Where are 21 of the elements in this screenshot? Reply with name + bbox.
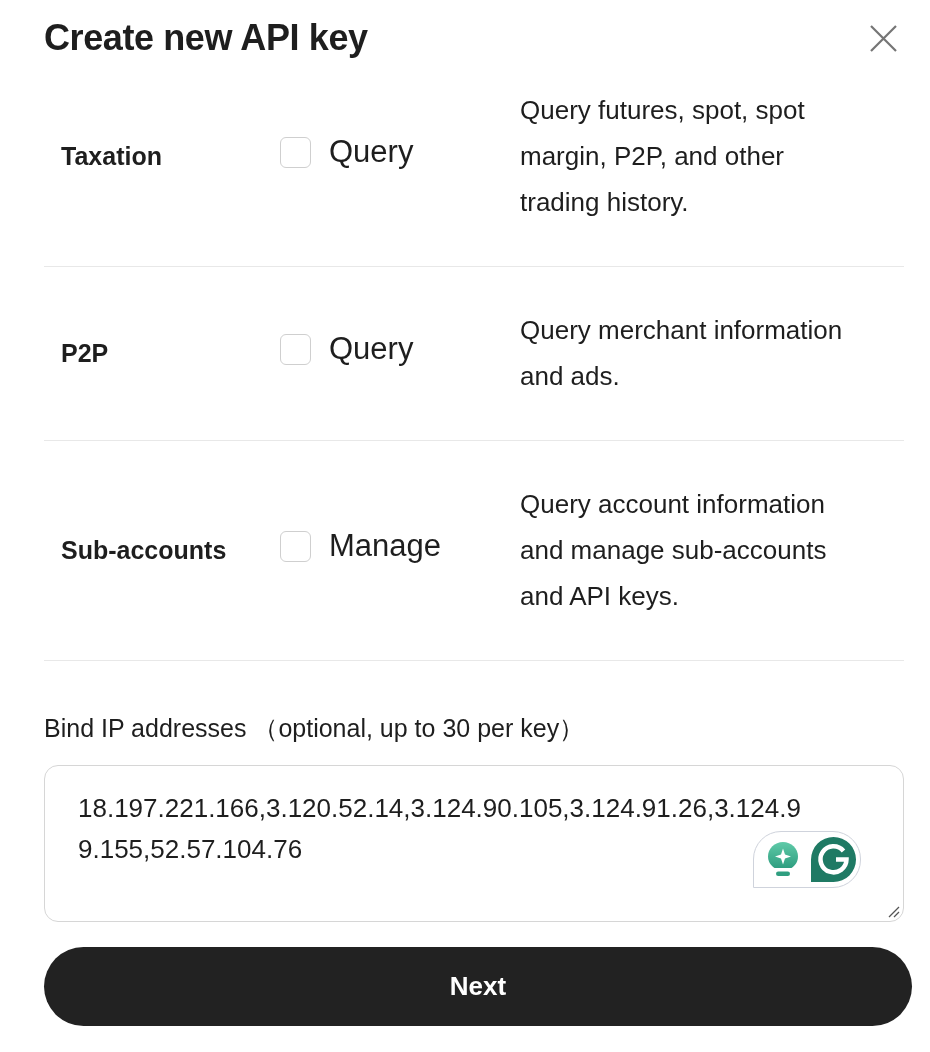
- checkbox-label[interactable]: Manage: [329, 528, 442, 564]
- checkbox-label[interactable]: Query: [329, 331, 414, 367]
- floating-toolbar[interactable]: [753, 831, 861, 888]
- field-label: Bind IP addresses （optional, up to 30 per key）: [44, 713, 586, 744]
- next-button[interactable]: Next: [44, 947, 912, 1026]
- checkbox[interactable]: [280, 136, 311, 168]
- lightbulb-icon[interactable]: [768, 841, 798, 878]
- dialog-title: Create new API key: [44, 18, 368, 58]
- permission-description: Query merchant information and ads.: [520, 314, 844, 393]
- category-label: Sub-accounts: [61, 535, 228, 565]
- logo-icon[interactable]: [811, 837, 856, 882]
- checkbox[interactable]: [280, 530, 311, 562]
- resize-handle-icon[interactable]: [886, 904, 900, 918]
- checkbox[interactable]: [280, 333, 311, 365]
- checkbox-label[interactable]: Query: [329, 134, 414, 170]
- permission-description: Query futures, spot, spot margin, P2P, and other trading history.: [520, 94, 806, 219]
- close-icon[interactable]: [870, 24, 897, 52]
- ip-address-field[interactable]: 18.197.221.166,3.120.52.14,3.124.90.105,3.124.91.26,3.124.99.155,52.57.104.76: [44, 765, 904, 922]
- permission-description: Query account information and manage sub-accounts and API keys.: [520, 488, 828, 613]
- category-label: P2P: [61, 338, 110, 368]
- category-label: Taxation: [61, 141, 163, 171]
